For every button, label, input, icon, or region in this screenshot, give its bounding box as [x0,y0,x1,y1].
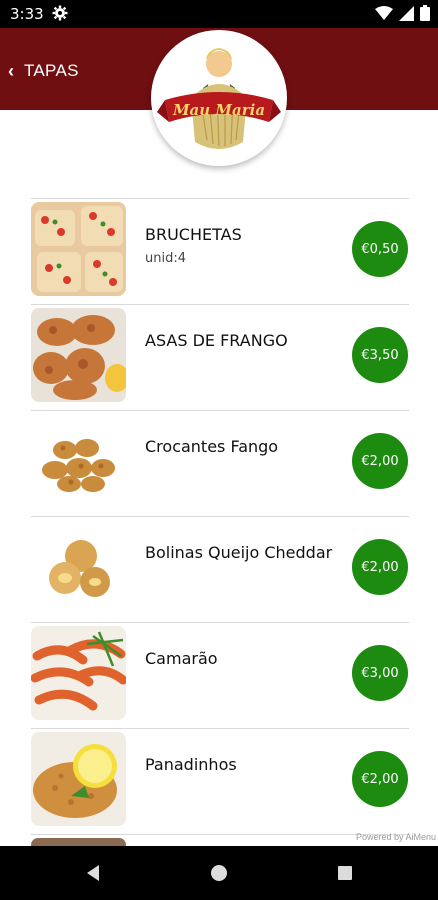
menu-item-bruchetas[interactable]: BRUCHETAS unid:4 €0,50 [31,198,409,304]
price-badge[interactable]: €0,50 [352,221,408,277]
price-badge[interactable]: €3,00 [352,645,408,701]
price-badge[interactable]: €2,00 [352,539,408,595]
signal-icon [399,5,414,26]
item-unit: unid:4 [145,251,186,266]
chevron-left-icon: ‹ [8,61,14,81]
wifi-icon [375,6,393,25]
price-badge[interactable]: €2,00 [352,433,408,489]
item-photo [31,414,126,508]
nav-recents-icon[interactable] [332,860,358,886]
logo-brand-text: Mau Maria [172,101,265,119]
item-photo [31,732,126,826]
nav-back-icon[interactable] [80,860,106,886]
menu-item-list: BRUCHETAS unid:4 €0,50 ASAS DE FRANGO €3… [31,198,409,850]
battery-icon [420,5,430,26]
item-name: Camarão [145,649,218,668]
back-button[interactable]: ‹ TAPAS [8,61,79,81]
nav-home-icon[interactable] [206,860,232,886]
item-name: Bolinas Queijo Cheddar [145,543,333,562]
item-name: BRUCHETAS [145,225,242,244]
system-nav-bar [0,846,438,900]
restaurant-logo: Mau Maria [151,30,287,166]
price-badge[interactable]: €2,00 [352,751,408,807]
item-photo [31,626,126,720]
menu-item-bolinas-queijo-cheddar[interactable]: Bolinas Queijo Cheddar €2,00 [31,516,409,622]
item-name: Crocantes Fango [145,437,279,456]
menu-item-asas-de-frango[interactable]: ASAS DE FRANGO €3,50 [31,304,409,410]
menu-item-camarao[interactable]: Camarão €3,00 [31,622,409,728]
menu-item-crocantes-fango[interactable]: Crocantes Fango €2,00 [31,410,409,516]
status-time: 3:33 [10,5,44,23]
item-name: Panadinhos [145,755,237,774]
item-photo [31,520,126,614]
item-photo [31,202,126,296]
powered-by-label: Powered by AiMenu [355,832,436,842]
status-bar: 3:33 [0,0,438,28]
price-badge[interactable]: €3,50 [352,327,408,383]
menu-item-panadinhos[interactable]: Panadinhos €2,00 [31,728,409,834]
category-title: TAPAS [24,61,79,80]
item-photo [31,308,126,402]
settings-gear-icon [52,5,68,26]
item-name: ASAS DE FRANGO [145,331,288,350]
